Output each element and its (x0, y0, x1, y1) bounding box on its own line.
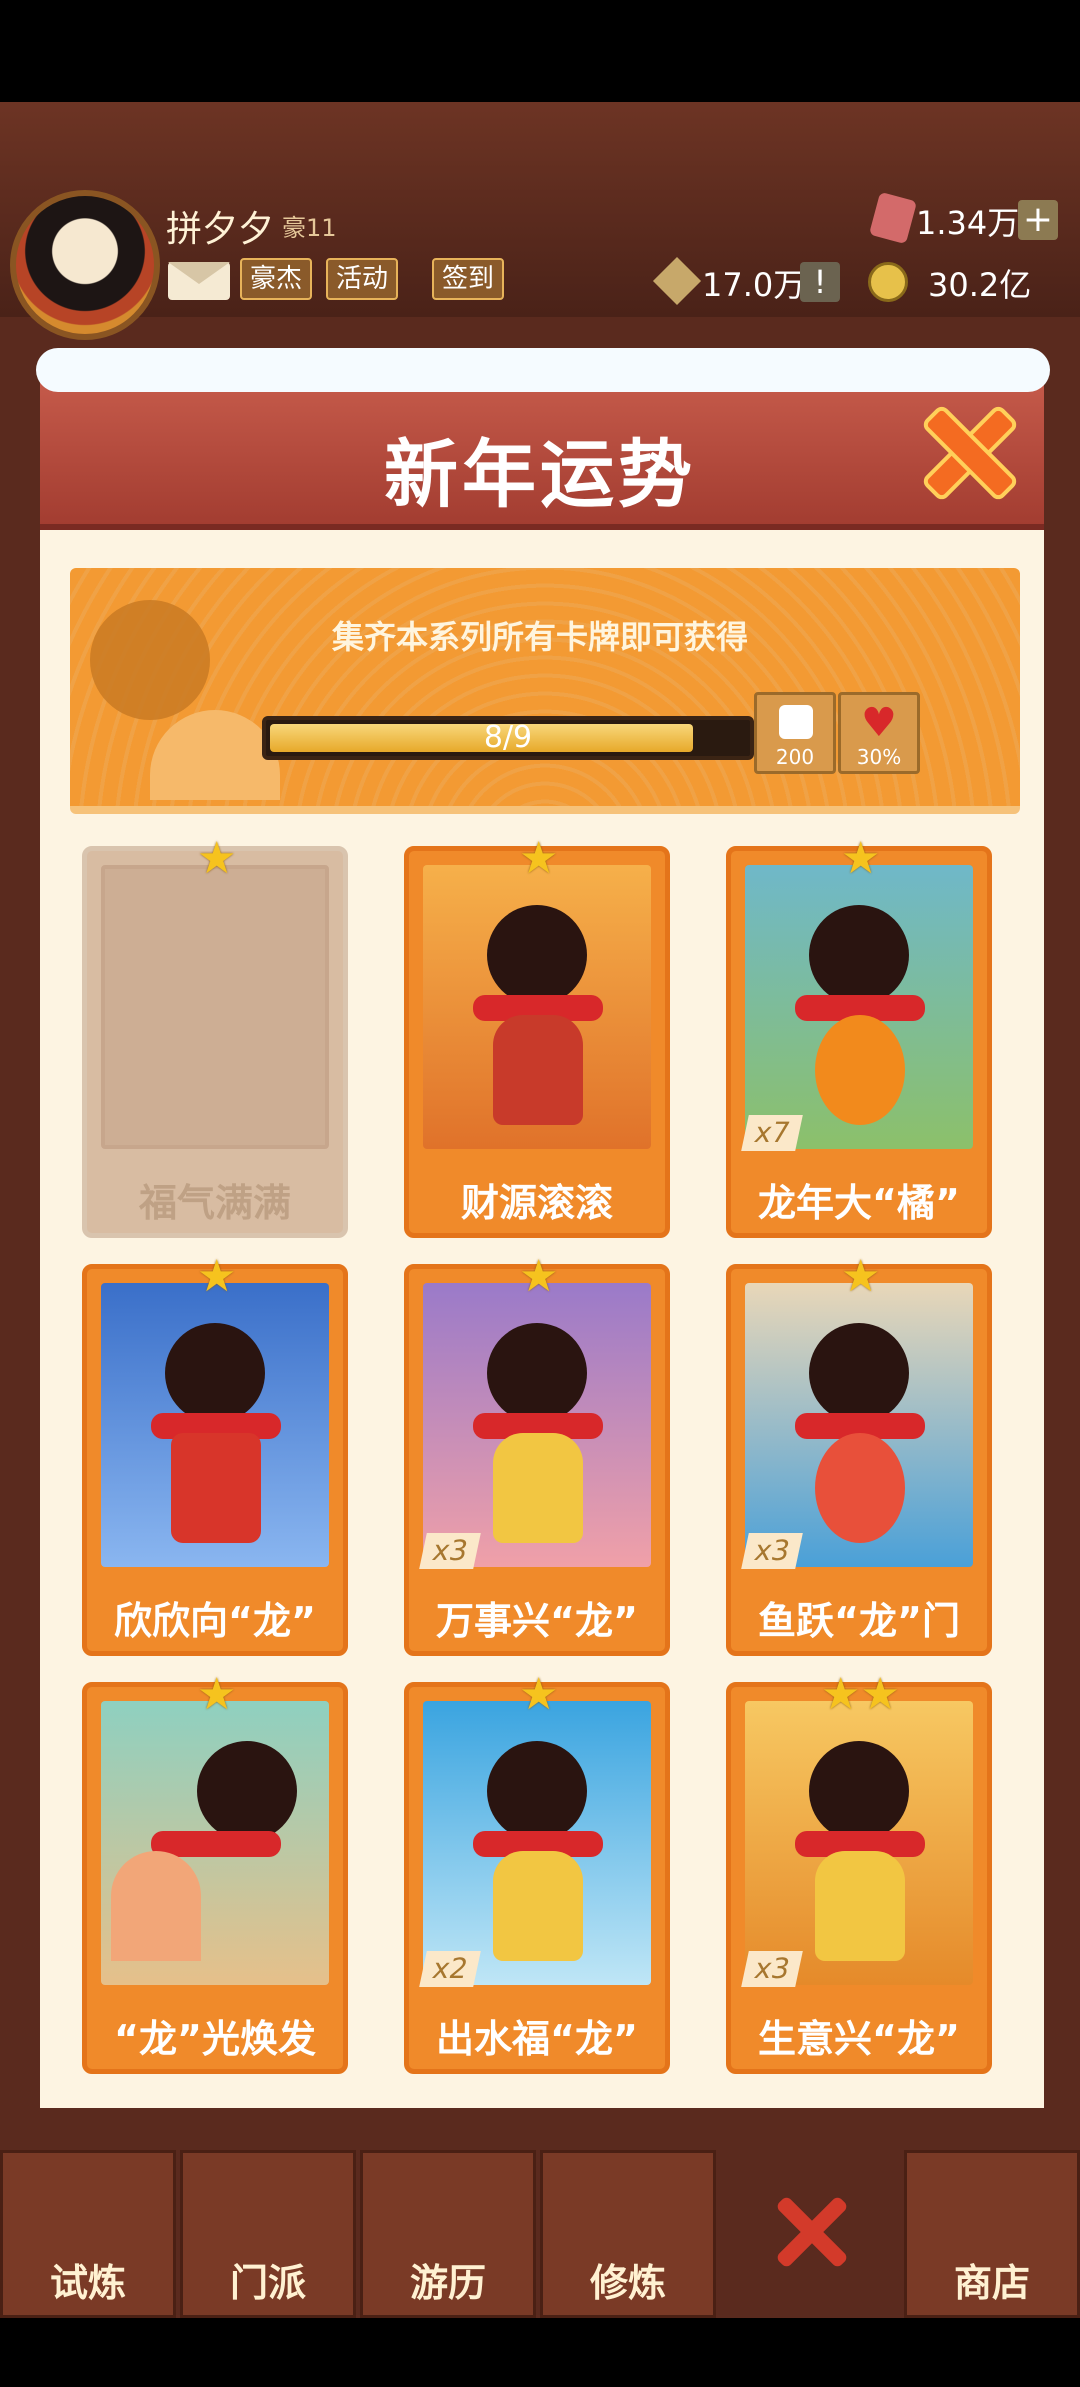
heroes-button[interactable]: 豪杰 (240, 258, 313, 300)
star-icon: ★ (519, 1251, 559, 1302)
card-shengyi[interactable]: ★★ x3 生意兴“龙” (726, 1673, 992, 2074)
coins-count: 30.2亿 (928, 266, 1032, 304)
status-bar (0, 0, 1080, 102)
character-figure (487, 1741, 587, 1841)
nav-travel[interactable]: 游历 (360, 2150, 536, 2318)
star-icon: ★ (841, 1251, 881, 1302)
add-gems-button[interactable]: + (1018, 200, 1058, 240)
star-icon: ★ (841, 833, 881, 884)
character-body (493, 1433, 583, 1543)
coin-icon (868, 262, 908, 302)
card-art (745, 1701, 973, 1985)
nav-close-icon[interactable] (772, 2192, 852, 2272)
reward-heart[interactable]: ♥ 30% (838, 692, 920, 774)
firework-rocket (171, 1433, 261, 1543)
character-figure (809, 1741, 909, 1841)
character-figure (165, 1323, 265, 1423)
card-label: 鱼跃“龙”门 (758, 1599, 960, 1643)
character-body (815, 1851, 905, 1961)
nav-label: 试炼 (49, 2261, 126, 2305)
nav-label: 商店 (953, 2261, 1030, 2305)
card-yuyue[interactable]: ★ x3 鱼跃“龙”门 (726, 1255, 992, 1656)
nav-cultivate[interactable]: 修炼 (540, 2150, 716, 2318)
star-icon: ★ (197, 1251, 237, 1302)
card-ju[interactable]: ★ x7 龙年大“橘” (726, 837, 992, 1238)
count-badge: x3 (419, 1533, 482, 1569)
mascot-icon (90, 600, 210, 720)
character-figure (487, 1323, 587, 1423)
heart-icon: ♥ (861, 700, 897, 746)
card-art (423, 1283, 651, 1567)
reward-value: 30% (856, 745, 902, 769)
character-figure (487, 905, 587, 1005)
gesture-bar (0, 2318, 1080, 2387)
nav-sect[interactable]: 门派 (180, 2150, 356, 2318)
count-badge: x2 (419, 1951, 482, 1987)
card-caiyuan[interactable]: ★ 财源滚滚 (404, 837, 670, 1238)
alert-button[interactable]: ! (800, 262, 840, 302)
card-art (101, 1283, 329, 1567)
orange-fruit (815, 1015, 905, 1125)
character-figure (809, 1323, 909, 1423)
nav-trial[interactable]: 试炼 (0, 2150, 176, 2318)
dice-icon (779, 705, 813, 739)
card-art (423, 865, 651, 1149)
card-wanshi[interactable]: ★ x3 万事兴“龙” (404, 1255, 670, 1656)
koi-fish (815, 1433, 905, 1543)
nav-label: 门派 (229, 2261, 306, 2305)
count-badge: x3 (741, 1951, 804, 1987)
card-label: 生意兴“龙” (758, 2017, 960, 2061)
avatar[interactable] (10, 190, 160, 340)
modal-title: 新年运势 (384, 432, 696, 518)
nav-label: 游历 (409, 2261, 486, 2305)
banner-text: 集齐本系列所有卡牌即可获得 (331, 618, 748, 656)
player-tier: 豪11 (282, 214, 337, 242)
nav-label: 修炼 (589, 2261, 666, 2305)
close-icon[interactable] (920, 404, 1010, 494)
star-icon: ★★ (821, 1669, 900, 1720)
snow-decoration (36, 348, 1050, 392)
card-label: 财源滚滚 (460, 1181, 613, 1225)
card-chushui[interactable]: ★ x2 出水福“龙” (404, 1673, 670, 2074)
card-label: “龙”光焕发 (114, 2017, 316, 2061)
card-art (101, 1701, 329, 1985)
star-icon: ★ (197, 833, 237, 884)
mail-icon[interactable] (168, 262, 230, 300)
tokens-count: 17.0万 (702, 266, 806, 304)
progress-text: 8/9 (483, 720, 533, 755)
star-icon: ★ (197, 1669, 237, 1720)
reward-dice[interactable]: 200 (754, 692, 836, 774)
card-label: 福气满满 (138, 1181, 291, 1225)
count-badge: x3 (741, 1533, 804, 1569)
card-art (745, 1283, 973, 1567)
card-xinxin[interactable]: ★ 欣欣向“龙” (82, 1255, 348, 1656)
card-fuqi[interactable]: ★ 福气满满 (82, 837, 348, 1238)
card-art (745, 865, 973, 1149)
card-art-placeholder (101, 865, 329, 1149)
card-label: 欣欣向“龙” (114, 1599, 316, 1643)
character-body (493, 1851, 583, 1961)
character-figure (809, 905, 909, 1005)
character-figure (197, 1741, 297, 1841)
card-guanghuan[interactable]: ★ “龙”光焕发 (82, 1673, 348, 2074)
count-badge: x7 (741, 1115, 804, 1151)
events-button[interactable]: 活动 (326, 258, 399, 300)
card-label: 龙年大“橘” (758, 1181, 960, 1225)
card-label: 出水福“龙” (436, 2017, 638, 2061)
star-icon: ★ (519, 833, 559, 884)
reward-value: 200 (775, 745, 815, 769)
star-icon: ★ (519, 1669, 559, 1720)
fan-icon (111, 1851, 201, 1961)
gems-count: 1.34万 (916, 204, 1020, 242)
player-name: 拼夕夕 (166, 209, 275, 250)
card-label: 万事兴“龙” (436, 1599, 638, 1643)
card-art (423, 1701, 651, 1985)
nav-shop[interactable]: 商店 (904, 2150, 1080, 2318)
checkin-button[interactable]: 签到 (432, 258, 505, 300)
money-bag (493, 1015, 583, 1125)
